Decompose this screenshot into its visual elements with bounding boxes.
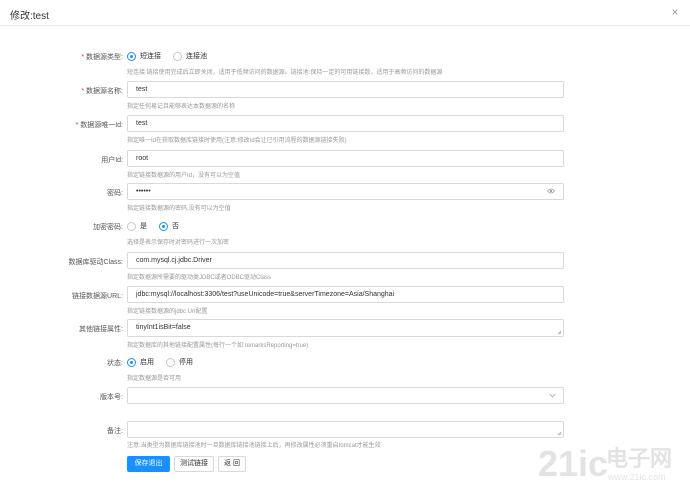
driver-class-label: 数据库驱动Class: bbox=[68, 259, 123, 266]
remark-hint: 注意:当类型为数据库链接池时一旦数据库链接池链接上后，再修改属性必须重启tomc… bbox=[127, 443, 381, 449]
version-select[interactable] bbox=[127, 387, 564, 404]
encrypt-password-label: 加密密码: bbox=[93, 224, 123, 231]
radio-dot bbox=[173, 51, 182, 61]
driver-class-input[interactable]: com.mysql.cj.jdbc.Driver bbox=[127, 252, 564, 269]
radio-encrypt-yes[interactable]: 是 bbox=[127, 221, 147, 231]
radio-status-disabled[interactable]: 停用 bbox=[166, 357, 193, 367]
password-value: •••••• bbox=[136, 188, 151, 195]
jdbc-url-hint: 指定链接数据源的jdbc Url配置 bbox=[127, 309, 208, 315]
password-label: 密码: bbox=[107, 190, 123, 197]
status-hint: 指定数据源是否可用 bbox=[127, 376, 182, 382]
watermark-text: 21ic bbox=[538, 443, 608, 484]
resize-handle-icon[interactable] bbox=[557, 330, 562, 335]
radio-dot bbox=[127, 51, 136, 61]
radio-dot bbox=[127, 357, 136, 367]
user-id-label: 用户Id: bbox=[101, 157, 123, 164]
watermark-url: www.21ic.com bbox=[607, 472, 666, 482]
datasource-type-radio-group: 短连接 连接池 bbox=[127, 51, 219, 61]
datasource-name-label: * 数据源名称: bbox=[81, 88, 123, 95]
test-connection-button[interactable]: 测试链接 bbox=[174, 456, 214, 472]
watermark-brand: 电子网 bbox=[606, 447, 672, 472]
save-exit-button[interactable]: 保存退出 bbox=[127, 456, 170, 472]
jdbc-url-input[interactable]: jdbc:mysql://localhost:3306/test?useUnic… bbox=[127, 286, 564, 303]
remark-textarea[interactable] bbox=[127, 421, 564, 438]
dialog-header: 修改:test × bbox=[0, 0, 690, 26]
status-radio-group: 启用 停用 bbox=[127, 357, 205, 367]
radio-dot bbox=[166, 357, 175, 367]
datasource-name-input[interactable]: test bbox=[127, 81, 564, 98]
radio-status-enabled[interactable]: 启用 bbox=[127, 357, 154, 367]
datasource-type-label: * 数据源类型: bbox=[81, 54, 123, 61]
other-props-hint: 指定数据库的其他链接配置属性(每行一个如:remarksReporting=tr… bbox=[127, 343, 309, 349]
version-label: 版本号: bbox=[100, 394, 123, 401]
chevron-down-icon bbox=[549, 393, 556, 398]
status-label: 状态: bbox=[107, 360, 123, 367]
datasource-type-hint: 短连接:链接使用完成后立即关闭，适用于低频访问的数据源。链接池:保持一定的可用链… bbox=[127, 70, 443, 76]
encrypt-password-hint: 选择是表示保存时对密码进行一次加密 bbox=[127, 240, 230, 246]
user-id-hint: 指定链接数据源的用户Id，没有可以为空值 bbox=[127, 173, 241, 179]
other-props-label: 其他链接属性: bbox=[79, 326, 123, 333]
datasource-id-input[interactable]: test bbox=[127, 115, 564, 132]
driver-class-hint: 指定数据源所需要的驱动类JDBC或者ODBC驱动Class bbox=[127, 275, 272, 281]
datasource-id-label: * 数据源唯一Id: bbox=[75, 122, 123, 129]
radio-short-connection[interactable]: 短连接 bbox=[127, 51, 161, 61]
datasource-id-hint: 指定唯一Id在获取数据库链接时使用(注意:修改Id会让已引用流程的数据源链接失败… bbox=[127, 138, 347, 144]
jdbc-url-label: 链接数据源URL: bbox=[72, 293, 123, 300]
password-hint: 指定链接数据源的密码,没有可以为空值 bbox=[127, 206, 231, 212]
remark-label: 备注: bbox=[107, 428, 123, 435]
close-icon[interactable]: × bbox=[668, 5, 682, 19]
other-props-textarea[interactable]: tinyInt1isBit=false bbox=[127, 319, 564, 337]
radio-dot bbox=[159, 221, 168, 231]
back-button[interactable]: 返 回 bbox=[218, 456, 246, 472]
other-props-value: tinyInt1isBit=false bbox=[136, 324, 191, 331]
eye-icon[interactable] bbox=[547, 188, 555, 194]
resize-handle-icon[interactable] bbox=[557, 431, 562, 436]
user-id-input[interactable]: root bbox=[127, 150, 564, 167]
encrypt-password-radio-group: 是 否 bbox=[127, 221, 191, 231]
radio-dot bbox=[127, 221, 136, 231]
datasource-name-hint: 指定任何易记且能够表达本数据源的名称 bbox=[127, 104, 236, 110]
radio-connection-pool[interactable]: 连接池 bbox=[173, 51, 207, 61]
password-input[interactable]: •••••• bbox=[127, 183, 564, 200]
watermark-logo: 21ic 电子网 www.21ic.com bbox=[538, 443, 672, 484]
radio-encrypt-no[interactable]: 否 bbox=[159, 221, 179, 231]
dialog-title: 修改:test bbox=[10, 11, 49, 22]
